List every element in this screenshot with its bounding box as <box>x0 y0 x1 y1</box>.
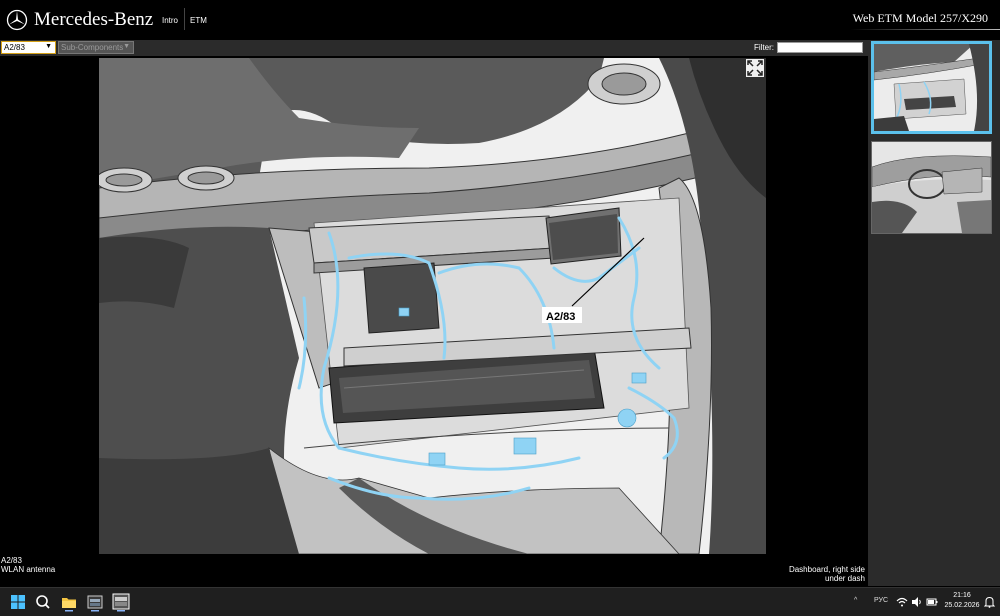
dashboard-illustration: A2/83 <box>99 58 766 554</box>
thumbnail-image <box>874 44 989 131</box>
thumbnail-image <box>872 142 991 233</box>
etm-app-icon[interactable] <box>111 592 131 612</box>
component-code: A2/83 <box>1 556 22 565</box>
callout-label: A2/83 <box>546 311 575 323</box>
component-name: WLAN antenna <box>1 565 56 574</box>
app-title: Web ETM Model 257/X290 <box>852 11 988 25</box>
volume-icon[interactable] <box>911 596 923 608</box>
clock-time: 21:16 <box>953 592 971 599</box>
windows-start-icon[interactable] <box>8 592 28 612</box>
title-underline <box>850 29 1000 30</box>
filter-input[interactable] <box>777 42 863 53</box>
component-location-diagram[interactable]: A2/83 <box>99 58 766 554</box>
file-explorer-icon[interactable] <box>59 592 79 612</box>
system-clock[interactable]: 21:16 25.02.2026 <box>941 591 983 611</box>
chevron-down-icon: ▼ <box>123 43 130 50</box>
wifi-icon[interactable] <box>896 596 908 608</box>
app-window-icon[interactable] <box>85 592 105 612</box>
windows-taskbar: ^ РУС 21:16 25.02.2026 <box>0 587 1000 616</box>
mercedes-star-logo[interactable] <box>6 9 28 31</box>
thumbnail-panel <box>868 40 1000 586</box>
component-select[interactable]: A2/83 ▼ <box>1 41 56 54</box>
subcomponent-select[interactable]: Sub-Components ▼ <box>58 41 134 54</box>
clock-date: 25.02.2026 <box>944 602 980 609</box>
filter-label: Filter: <box>754 43 774 52</box>
subcomponent-select-value: Sub-Components <box>61 43 124 52</box>
toolbar: A2/83 ▼ Sub-Components ▼ Filter: <box>0 40 1000 56</box>
component-location: Dashboard, right side under dash <box>760 565 865 583</box>
component-select-value: A2/83 <box>4 43 25 52</box>
location-line-2: under dash <box>824 574 865 583</box>
component-info: A2/83 WLAN antenna <box>1 556 55 574</box>
show-hidden-icons-chevron[interactable]: ^ <box>854 597 857 604</box>
chevron-down-icon: ▼ <box>45 43 52 50</box>
nav-intro[interactable]: Intro <box>162 16 178 25</box>
battery-icon[interactable] <box>926 596 938 608</box>
location-line-1: Dashboard, right side <box>788 565 865 574</box>
search-icon[interactable] <box>33 592 53 612</box>
thumbnail-location-detail[interactable] <box>871 41 992 134</box>
app-header: Mercedes-Benz Intro ETM Web ETM Model 25… <box>0 0 1000 40</box>
brand-name: Mercedes-Benz <box>34 9 154 30</box>
nav-divider <box>184 8 185 30</box>
input-language[interactable]: РУС <box>874 597 888 604</box>
thumbnail-overview[interactable] <box>871 141 992 234</box>
fullscreen-icon[interactable] <box>746 59 764 77</box>
notification-bell-icon[interactable] <box>984 596 995 608</box>
nav-etm[interactable]: ETM <box>190 16 207 25</box>
